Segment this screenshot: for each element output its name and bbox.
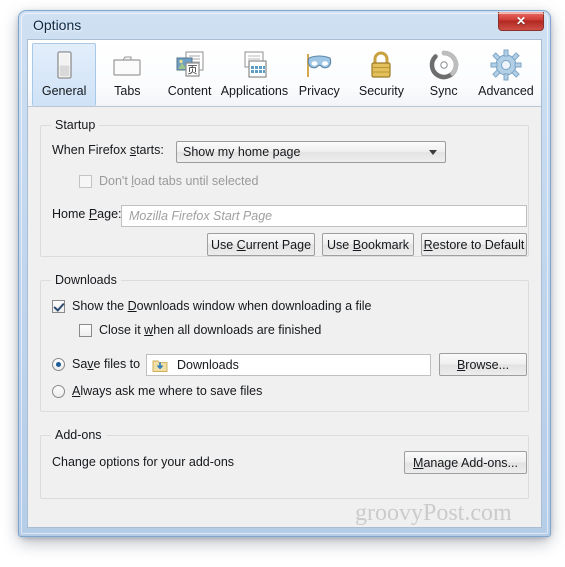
home-page-row: Home Page: (52, 207, 122, 221)
privacy-mask-icon (302, 48, 336, 82)
title-bar: Options ✕ (19, 11, 550, 41)
button-label: Browse... (456, 357, 510, 372)
padlock-icon (364, 48, 398, 82)
always-ask-radio[interactable] (52, 384, 65, 398)
save-folder-value: Downloads (177, 358, 239, 372)
save-folder-field[interactable]: Downloads (146, 354, 431, 376)
addons-legend: Add-ons (51, 428, 106, 442)
home-page-label: Home Page: (52, 207, 122, 221)
button-label: Use Current Page (210, 237, 312, 252)
save-files-to-radio[interactable] (52, 357, 65, 371)
close-when-finished-row[interactable]: Close it when all downloads are finished (79, 323, 321, 337)
always-ask-row[interactable]: Always ask me where to save files (52, 384, 262, 398)
content-icon: 页 (173, 48, 207, 82)
dont-load-tabs-label: Don't load tabs until selected (99, 174, 259, 188)
dont-load-tabs-row[interactable]: Don't load tabs until selected (79, 174, 258, 188)
sync-arrows-icon (427, 48, 461, 82)
restore-to-default-button[interactable]: Restore to Default (421, 233, 527, 256)
save-files-to-label: Save files to (72, 357, 141, 371)
save-files-to-row[interactable]: Save files to (52, 357, 140, 371)
home-page-input[interactable]: Mozilla Firefox Start Page (121, 205, 527, 227)
tab-sync[interactable]: Sync (413, 43, 475, 106)
tab-label: General (41, 84, 87, 98)
tab-label: Privacy (298, 84, 340, 98)
tab-label: Tabs (114, 84, 141, 98)
button-label: Manage Add-ons... (413, 455, 518, 470)
addons-description-row: Change options for your add-ons (52, 455, 234, 469)
chevron-down-icon (429, 150, 437, 155)
dropdown-value: Show my home page (183, 145, 301, 159)
close-icon: ✕ (515, 14, 527, 28)
button-label: Use Bookmark (327, 237, 409, 252)
manage-addons-button[interactable]: Manage Add-ons... (404, 451, 527, 474)
tab-privacy[interactable]: Privacy (288, 43, 350, 106)
when-firefox-starts-dropdown[interactable]: Show my home page (176, 141, 446, 163)
general-icon (47, 48, 81, 82)
show-downloads-window-label: Show the Downloads window when downloadi… (72, 299, 372, 313)
show-downloads-window-row[interactable]: Show the Downloads window when downloadi… (52, 299, 372, 313)
close-button[interactable]: ✕ (498, 12, 544, 31)
tab-advanced[interactable]: Advanced (475, 43, 537, 106)
when-firefox-starts-label: When Firefox starts: (52, 143, 164, 157)
tab-label: Applications (220, 84, 289, 98)
downloads-folder-icon (152, 358, 168, 373)
addons-group: Add-ons Change options for your add-ons … (40, 428, 529, 499)
use-current-page-button[interactable]: Use Current Page (207, 233, 315, 256)
downloads-legend: Downloads (51, 273, 121, 287)
tab-label: Advanced (478, 84, 534, 98)
options-dialog-window: Options ✕ General Tabs 页 Content Applica… (18, 10, 551, 537)
general-panel: Startup When Firefox starts: Show my hom… (28, 107, 541, 527)
close-when-finished-checkbox[interactable] (79, 323, 92, 337)
tab-applications[interactable]: Applications (221, 43, 288, 106)
home-page-placeholder: Mozilla Firefox Start Page (129, 209, 273, 223)
always-ask-label: Always ask me where to save files (72, 384, 263, 398)
tabs-icon (110, 48, 144, 82)
startup-legend: Startup (51, 118, 100, 132)
gear-icon (489, 48, 523, 82)
desktop-background: Options ✕ General Tabs 页 Content Applica… (0, 0, 565, 567)
tab-label: Sync (429, 84, 458, 98)
svg-text:页: 页 (187, 65, 197, 77)
close-when-finished-label: Close it when all downloads are finished (99, 323, 322, 337)
options-tab-strip: General Tabs 页 Content Applications Priv… (28, 40, 541, 107)
tab-content[interactable]: 页 Content (158, 43, 220, 106)
tab-general[interactable]: General (32, 43, 97, 106)
startup-group: Startup When Firefox starts: Show my hom… (40, 118, 529, 257)
applications-icon (237, 48, 271, 82)
dont-load-tabs-checkbox[interactable] (79, 174, 92, 188)
tab-security[interactable]: Security (350, 43, 412, 106)
tab-tabs[interactable]: Tabs (96, 43, 158, 106)
window-title: Options (33, 17, 82, 33)
addons-description: Change options for your add-ons (52, 455, 235, 469)
show-downloads-window-checkbox[interactable] (52, 299, 65, 313)
downloads-group: Downloads Show the Downloads window when… (40, 273, 529, 412)
when-firefox-starts-row: When Firefox starts: (52, 143, 164, 157)
browse-button[interactable]: Browse... (439, 353, 527, 376)
button-label: Restore to Default (423, 237, 525, 252)
dialog-client-area: General Tabs 页 Content Applications Priv… (27, 39, 542, 528)
tab-label: Security (358, 84, 405, 98)
use-bookmark-button[interactable]: Use Bookmark (322, 233, 414, 256)
tab-label: Content (167, 84, 212, 98)
